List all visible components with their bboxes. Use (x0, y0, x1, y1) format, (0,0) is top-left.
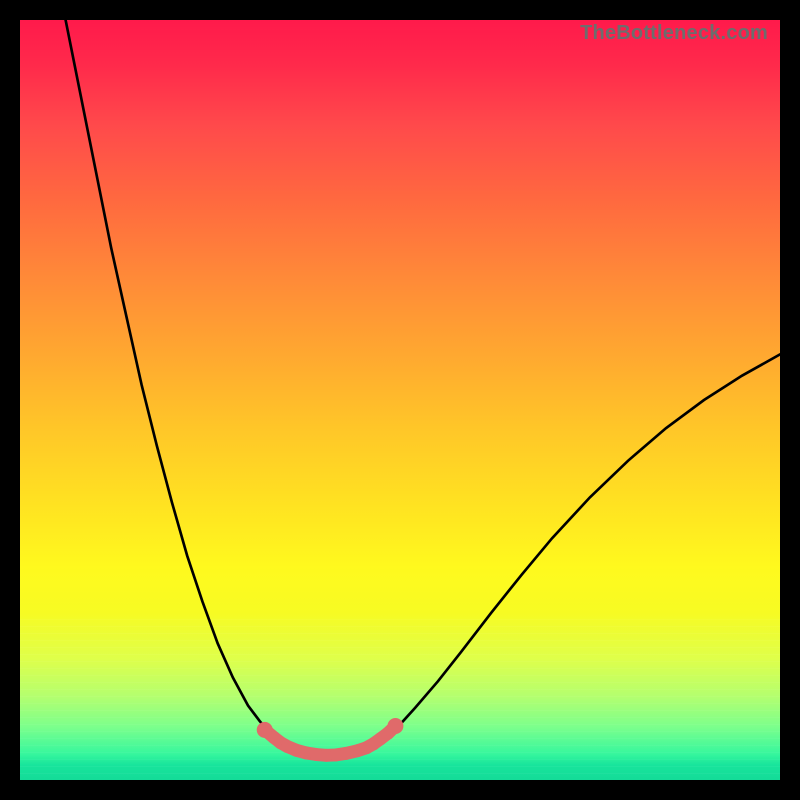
v-curve-line (66, 20, 780, 756)
optimal-range-highlight (257, 718, 404, 762)
watermark-text: TheBottleneck.com (580, 22, 768, 45)
plot-area: TheBottleneck.com (20, 20, 780, 780)
bottleneck-curve (20, 20, 780, 780)
highlight-dot (340, 747, 353, 760)
chart-frame: TheBottleneck.com (0, 0, 800, 800)
highlight-dot (387, 718, 403, 734)
main-curve-group (66, 20, 780, 756)
